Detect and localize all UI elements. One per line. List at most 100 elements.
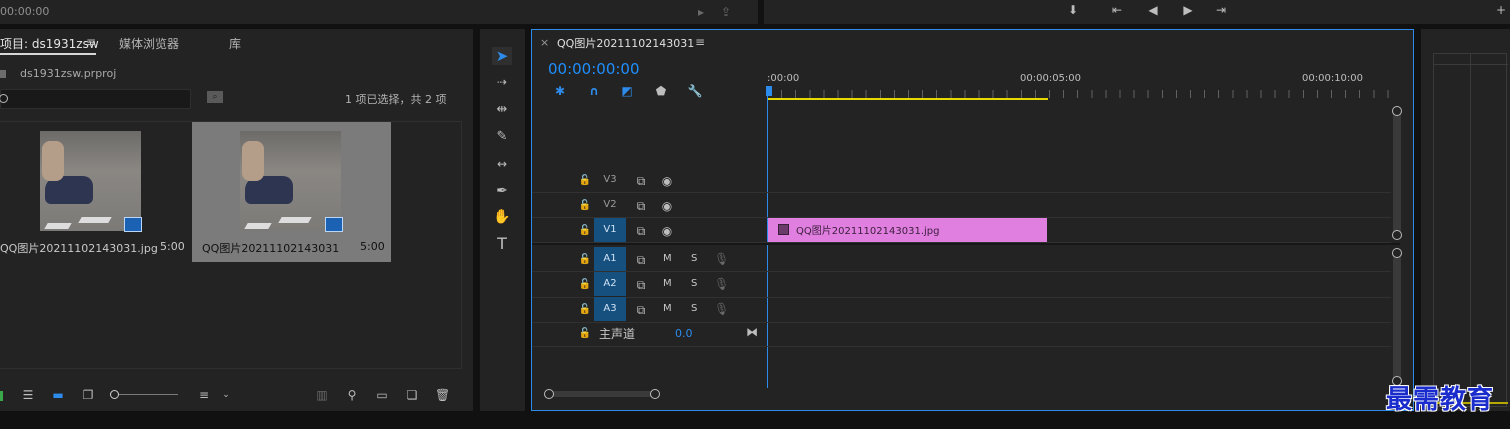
export-frame-icon[interactable]: ⇪ (718, 5, 734, 19)
lock-track-icon[interactable]: 🔓 (578, 199, 592, 213)
eye-icon[interactable]: ◉ (659, 174, 675, 188)
list-view-icon[interactable]: ☰ (20, 388, 36, 402)
microphone-icon[interactable]: 🎙 (714, 302, 729, 316)
track-select-tool-icon[interactable]: ⇢ (492, 75, 512, 89)
solo-button[interactable]: S (691, 278, 697, 289)
sync-lock-icon[interactable]: ⧉ (633, 224, 649, 238)
linked-selection-icon[interactable]: ◩ (619, 84, 635, 98)
automate-icon[interactable]: ▥ (313, 388, 331, 402)
master-volume-value[interactable]: 0.0 (675, 327, 693, 340)
sequence-badge-icon (124, 217, 142, 232)
zoom-slider[interactable] (110, 390, 178, 399)
new-item-icon[interactable]: ❏ (405, 388, 419, 402)
fx-badge-icon (778, 224, 789, 235)
timeline-settings-icon[interactable]: 🔧 (687, 84, 703, 98)
lock-track-icon[interactable]: 🔓 (578, 278, 592, 292)
source-monitor-strip: 00:00:00 ▸ ⇪ (0, 0, 758, 24)
sync-lock-icon[interactable]: ⧉ (633, 174, 649, 188)
lock-track-icon[interactable]: 🔓 (578, 303, 592, 317)
mute-button[interactable]: M (663, 253, 672, 264)
find-icon[interactable]: ⚲ (345, 388, 359, 402)
hamburger-icon[interactable]: ≡ (84, 35, 98, 49)
track-label-v2[interactable]: V2 (594, 193, 626, 217)
tab-project-underline (0, 53, 96, 55)
go-to-out-icon[interactable]: ⇥ (1212, 3, 1230, 17)
tools-panel: ➤ ⇢ ⇹ ✎ ↔ ✒ ✋ T (480, 29, 525, 411)
new-bin-icon[interactable]: ▭ (374, 388, 390, 402)
tab-media-browser[interactable]: 媒体浏览器 (119, 35, 179, 52)
timeline-clip[interactable]: QQ图片20211102143031.jpg (768, 218, 1047, 242)
go-to-edit-point-icon[interactable]: ⧓ (744, 325, 760, 339)
pen-tool-icon[interactable]: ✒ (492, 184, 512, 198)
mute-button[interactable]: M (663, 303, 672, 314)
razor-tool-icon[interactable]: ✎ (492, 130, 512, 144)
go-to-in-icon[interactable]: ⇤ (1108, 3, 1126, 17)
lock-track-icon[interactable]: 🔓 (578, 327, 592, 341)
add-marker-icon[interactable]: ⬇ (1064, 3, 1082, 17)
play-icon[interactable]: ▶ (1179, 3, 1197, 17)
lock-track-icon[interactable]: 🔓 (578, 174, 592, 188)
sync-lock-icon[interactable]: ⧉ (633, 303, 649, 317)
freeform-view-icon[interactable]: ❐ (79, 388, 97, 402)
zoom-slider-handle[interactable] (110, 390, 119, 399)
horizontal-scrollbar[interactable] (544, 389, 660, 399)
track-row-master (532, 322, 1391, 347)
lock-track-icon[interactable]: 🔓 (578, 253, 592, 267)
time-ruler[interactable]: :00:00 00:00:05:00 00:00:10:00 (767, 70, 1391, 100)
microphone-icon[interactable]: 🎙 (714, 277, 729, 291)
solo-button[interactable]: S (691, 253, 697, 264)
ruler-ticks (767, 90, 1391, 98)
program-monitor-strip: ⬇ ⇤ ◀ ▶ ⇥ + (764, 0, 1510, 24)
slip-tool-icon[interactable]: ↔ (492, 157, 512, 171)
sync-lock-icon[interactable]: ⧉ (633, 253, 649, 267)
ripple-edit-tool-icon[interactable]: ⇹ (492, 103, 512, 117)
audio-meter (1433, 53, 1508, 408)
add-marker-icon[interactable]: ⬟ (654, 84, 668, 98)
type-tool-icon[interactable]: T (492, 236, 512, 252)
search-input[interactable] (0, 89, 191, 109)
track-label-a2[interactable]: A2 (594, 272, 626, 296)
sequence-badge-icon (325, 217, 343, 232)
icon-view-icon[interactable]: ▬ (50, 388, 66, 402)
tab-libraries[interactable]: 库 (229, 35, 241, 52)
project-items-area: QQ图片20211102143031.jpg 5:00 QQ图片20211102… (0, 121, 462, 369)
new-search-bin-icon[interactable]: ⌕ (207, 91, 223, 103)
vertical-scrollbar-audio[interactable] (1392, 248, 1402, 386)
eye-icon[interactable]: ◉ (659, 199, 675, 213)
clip-name: QQ图片20211102143031.jpg (0, 242, 158, 255)
audio-meter-panel (1421, 29, 1510, 411)
chevron-down-icon[interactable]: ⌄ (220, 388, 232, 402)
trash-icon[interactable]: 🗑 (435, 388, 450, 402)
sort-icon[interactable]: ≡ (196, 388, 212, 402)
insert-icon[interactable]: ▸ (693, 5, 709, 19)
track-label-v1[interactable]: V1 (594, 218, 626, 242)
add-button-icon[interactable]: + (1492, 3, 1510, 17)
tab-sequence[interactable]: QQ图片20211102143031 (557, 35, 694, 51)
clip-thumbnail (40, 131, 141, 231)
vertical-scrollbar-video[interactable] (1392, 106, 1402, 240)
hand-tool-icon[interactable]: ✋ (492, 210, 512, 224)
eye-icon[interactable]: ◉ (659, 224, 675, 238)
project-item-clip[interactable]: QQ图片20211102143031.jpg 5:00 (0, 122, 186, 262)
ruler-label-10s: 00:00:10:00 (1302, 73, 1364, 84)
step-back-icon[interactable]: ◀ (1144, 3, 1162, 17)
nest-sequence-icon[interactable]: ✱ (552, 84, 568, 98)
snap-icon[interactable]: ∩ (586, 84, 602, 98)
lock-track-icon[interactable]: 🔓 (578, 224, 592, 238)
selection-tool-icon[interactable]: ➤ (492, 47, 512, 65)
track-row-a1 (532, 246, 1391, 272)
project-item-sequence[interactable]: QQ图片20211102143031 5:00 (192, 122, 391, 262)
playhead-timecode[interactable]: 00:00:00:00 (548, 60, 640, 78)
track-label-v3[interactable]: V3 (594, 168, 626, 192)
track-label-a1[interactable]: A1 (594, 247, 626, 271)
mute-button[interactable]: M (663, 278, 672, 289)
playhead-handle[interactable] (766, 86, 772, 96)
work-area-bar[interactable] (767, 98, 1048, 100)
sync-lock-icon[interactable]: ⧉ (633, 199, 649, 213)
sequence-menu-icon[interactable]: ≡ (693, 35, 707, 49)
track-label-a3[interactable]: A3 (594, 297, 626, 321)
sync-lock-icon[interactable]: ⧉ (633, 278, 649, 292)
solo-button[interactable]: S (691, 303, 697, 314)
microphone-icon[interactable]: 🎙 (714, 252, 729, 266)
close-sequence-button[interactable]: × (540, 36, 549, 49)
